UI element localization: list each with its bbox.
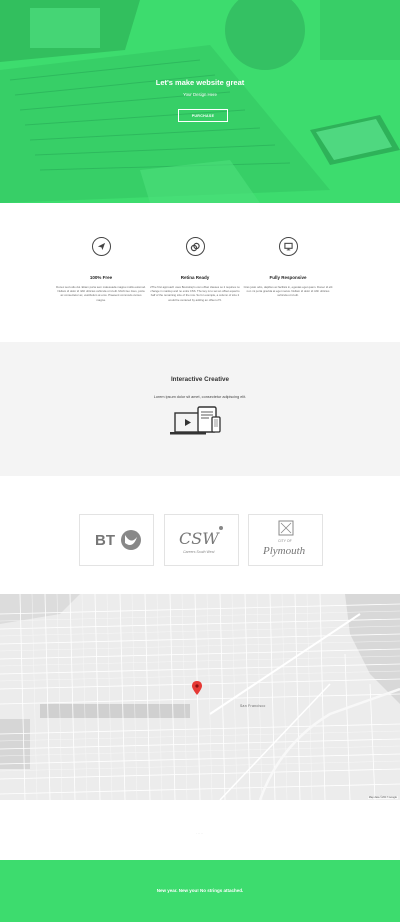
hero-background-image (0, 0, 400, 203)
plymouth-logo-text: Plymouth (262, 545, 306, 557)
feature-title: Fully Responsive (269, 275, 307, 280)
rings-icon (185, 237, 205, 256)
bt-logo: BT (79, 514, 154, 566)
purchase-button[interactable]: PURCHASE (178, 109, 228, 122)
map[interactable]: San Francisco Map data ©2017 Google (0, 594, 400, 800)
map-canvas[interactable] (0, 594, 400, 800)
hero-subtitle: Your Design Here (183, 92, 217, 97)
clients-section: BT CSW Careers South West CITY OF Plymou… (0, 476, 400, 594)
map-city-label: San Francisco (240, 704, 266, 708)
csw-logo-text: CSW (179, 529, 220, 548)
feature-retina: Retina Ready 2The first approach uses Bo… (150, 237, 240, 302)
map-attribution[interactable]: Map data ©2017 Google (367, 796, 398, 799)
pagination-dots[interactable]: ····· (0, 831, 400, 835)
bottom-banner: New year. New you! No strings attached. (0, 860, 400, 922)
feature-title: 100% Free (89, 275, 113, 280)
creative-section: Interactive Creative Lorem ipsum dolor s… (0, 342, 400, 476)
devices-illustration (170, 406, 221, 435)
features-section: 100% Free Donec sed odio dui. Etiam port… (0, 203, 400, 342)
feature-free: 100% Free Donec sed odio dui. Etiam port… (56, 237, 146, 302)
feature-title: Retina Ready (180, 275, 210, 280)
creative-title: Interactive Creative (170, 376, 230, 383)
plymouth-logo: CITY OF Plymouth (248, 514, 323, 566)
paper-plane-icon (91, 237, 111, 256)
bt-logo-text: BT (95, 532, 115, 549)
csw-logo-sub: Careers South West (183, 550, 215, 554)
feature-text: Donec sed odio dui. Etiam porta sem male… (56, 285, 146, 302)
csw-logo: CSW Careers South West (164, 514, 239, 566)
feature-text: 2The first approach uses Bootstrap's own… (150, 285, 240, 302)
hero-title: Let's make website great (155, 78, 245, 87)
creative-text: Lorem ipsum dolor sit amet, consectetur … (153, 395, 247, 399)
plymouth-logo-pre: CITY OF (278, 539, 292, 543)
feature-text: Cras justo odio, dapibus ac facilisis in… (243, 285, 333, 298)
hero-section: Let's make website great Your Design Her… (0, 0, 400, 203)
feature-responsive: Fully Responsive Cras justo odio, dapibu… (243, 237, 333, 298)
monitor-icon (278, 237, 298, 256)
banner-text: New year. New you! No strings attached. (156, 888, 244, 893)
